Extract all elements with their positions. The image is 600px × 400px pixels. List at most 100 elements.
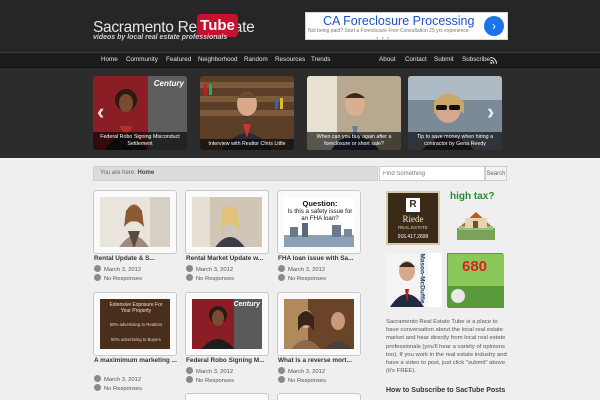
- post-date: March 3, 2012: [94, 375, 141, 383]
- post-date-text: March 3, 2012: [288, 369, 326, 375]
- post-thumbnail-partial[interactable]: [277, 393, 361, 400]
- post-comments[interactable]: No Responses: [94, 274, 142, 282]
- mason-mcduffie-ad[interactable]: Mason-McDuffie: [386, 253, 442, 307]
- riede-subtitle: REAL ESTATE: [398, 225, 428, 230]
- post-date: March 3, 2012: [94, 265, 141, 273]
- ad-arrow-button[interactable]: ›: [484, 16, 504, 36]
- post-thumbnail[interactable]: Question: Is this a safety issue for an …: [277, 190, 361, 254]
- post-comments-text[interactable]: No Responses: [104, 276, 142, 282]
- breadcrumb-prefix: You are here:: [100, 170, 136, 176]
- nav-community[interactable]: Community: [126, 56, 158, 63]
- post-comments[interactable]: No Responses: [278, 274, 326, 282]
- post-thumbnail[interactable]: [185, 190, 269, 254]
- comment-bubble-icon: [186, 376, 193, 383]
- post-thumbnail[interactable]: Century: [185, 292, 269, 356]
- fha-question-body: Is this a safety issue for an FHA loan?: [287, 208, 353, 222]
- rss-icon[interactable]: [490, 57, 497, 64]
- riede-phone: 916.417.2699: [397, 234, 429, 240]
- post-date: March 3, 2012: [186, 265, 233, 273]
- post-date-text: March 3, 2012: [196, 369, 234, 375]
- riede-ad[interactable]: R Riede REAL ESTATE 916.417.2699: [386, 191, 440, 245]
- post-thumbnail[interactable]: Extensive Exposure For Your Property 50%…: [93, 292, 177, 356]
- site-header: Sacramento Real Estate Tube videos by lo…: [0, 0, 600, 52]
- post-title[interactable]: What is a reverse mort...: [278, 357, 366, 365]
- post-image: [192, 197, 262, 247]
- mason-mcduffie-name: Mason-McDuffie: [418, 253, 426, 304]
- search-input[interactable]: [379, 166, 485, 181]
- post-title[interactable]: FHA loan issue with Sa...: [278, 255, 366, 263]
- post-comments[interactable]: No Responses: [186, 274, 234, 282]
- house-money-icon: [457, 212, 495, 240]
- slide-brand-logo: Century: [153, 79, 184, 88]
- slide-caption[interactable]: Federal Robo Signing Misconduct Settleme…: [93, 132, 187, 150]
- post-thumbnail[interactable]: [93, 190, 177, 254]
- nav-trends[interactable]: Trends: [311, 56, 330, 63]
- post-comments-text[interactable]: No Responses: [288, 378, 326, 384]
- clock-icon: [186, 265, 193, 272]
- post-comments-text[interactable]: No Responses: [196, 276, 234, 282]
- clock-icon: [186, 367, 193, 374]
- ad-dots-icon: ● ● ●: [376, 35, 391, 40]
- clock-icon: [278, 265, 285, 272]
- high-tax-text: high tax?: [450, 191, 495, 202]
- sidebar-subscribe-heading: How to Subscribe to SacTube Posts: [386, 387, 506, 394]
- clock-icon: [278, 367, 285, 374]
- post-title[interactable]: Rental Update & S...: [94, 255, 182, 263]
- marketing-line-1: Extensive Exposure For Your Property: [109, 302, 163, 314]
- ad-680[interactable]: 680: [447, 253, 504, 308]
- comment-bubble-icon: [186, 274, 193, 281]
- post-title[interactable]: Federal Robo Signing M...: [186, 357, 274, 365]
- nav-submit[interactable]: Submit: [434, 56, 454, 63]
- site-tagline: videos by local real estate professional…: [93, 34, 228, 41]
- post-thumbnail[interactable]: [277, 292, 361, 356]
- post-comments-text[interactable]: No Responses: [104, 386, 142, 392]
- slide-caption[interactable]: Tip to save money when hiring a contract…: [408, 132, 502, 150]
- slide-caption[interactable]: When can you buy again after a foreclosu…: [307, 132, 401, 150]
- featured-slider: Century Federal Robo Signing Misconduct …: [0, 68, 600, 158]
- comment-bubble-icon: [94, 274, 101, 281]
- post-comments[interactable]: No Responses: [186, 376, 234, 384]
- fha-question-title: Question:: [302, 199, 338, 208]
- clock-icon: [94, 265, 101, 272]
- post-comments[interactable]: No Responses: [278, 376, 326, 384]
- marketing-line-2: 50% advertising to Realtors: [109, 322, 163, 327]
- breadcrumb: You are here: Home: [93, 166, 378, 181]
- nav-home[interactable]: Home: [101, 56, 118, 63]
- main-nav: Home Community Featured Neighborhood Ran…: [0, 52, 600, 68]
- post-date-text: March 3, 2012: [104, 267, 142, 273]
- slider-next-arrow-icon[interactable]: ›: [487, 100, 499, 124]
- post-date-text: March 3, 2012: [196, 267, 234, 273]
- ad-subtitle: Not being paid? Start a Foreclosure Free…: [308, 28, 469, 34]
- nav-contact[interactable]: Contact: [405, 56, 427, 63]
- post-comments-text[interactable]: No Responses: [196, 378, 234, 384]
- post-comments[interactable]: No Responses: [94, 384, 142, 392]
- nav-resources[interactable]: Resources: [275, 56, 305, 63]
- nav-random[interactable]: Random: [244, 56, 268, 63]
- ad-title[interactable]: CA Foreclosure Processing: [323, 14, 474, 28]
- nav-subscribe[interactable]: Subscribe: [462, 56, 490, 63]
- post-title[interactable]: Rental Market Update w...: [186, 255, 274, 263]
- comment-bubble-icon: [278, 274, 285, 281]
- century-logo: Century: [233, 301, 260, 308]
- post-date: March 3, 2012: [278, 367, 325, 375]
- post-date: March 3, 2012: [278, 265, 325, 273]
- slide-chris-little[interactable]: Interview with Realtor Chris Little: [200, 76, 294, 150]
- post-date-text: March 3, 2012: [288, 267, 326, 273]
- nav-featured[interactable]: Featured: [166, 56, 191, 63]
- slide-caption[interactable]: Interview with Realtor Chris Little: [200, 139, 294, 150]
- slider-prev-arrow-icon[interactable]: ‹: [97, 100, 109, 124]
- post-thumbnail-partial[interactable]: [185, 393, 269, 400]
- sidebar-about-text: Sacramento Real Estate Tube is a place t…: [386, 319, 507, 375]
- breadcrumb-home-link[interactable]: Home: [137, 170, 154, 176]
- post-comments-text[interactable]: No Responses: [288, 276, 326, 282]
- header-ad-banner[interactable]: CA Foreclosure Processing Not being paid…: [305, 12, 508, 40]
- riede-name: Riede: [402, 214, 424, 224]
- nav-neighborhood[interactable]: Neighborhood: [198, 56, 238, 63]
- search-button[interactable]: Search: [485, 166, 507, 181]
- riede-logo-icon: R: [406, 198, 420, 212]
- nav-about[interactable]: About: [379, 56, 395, 63]
- post-title[interactable]: A maximimum marketing ...: [94, 357, 178, 365]
- high-tax-ad[interactable]: high tax?: [447, 191, 503, 245]
- slide-buy-again[interactable]: When can you buy again after a foreclosu…: [307, 76, 401, 150]
- comment-bubble-icon: [94, 384, 101, 391]
